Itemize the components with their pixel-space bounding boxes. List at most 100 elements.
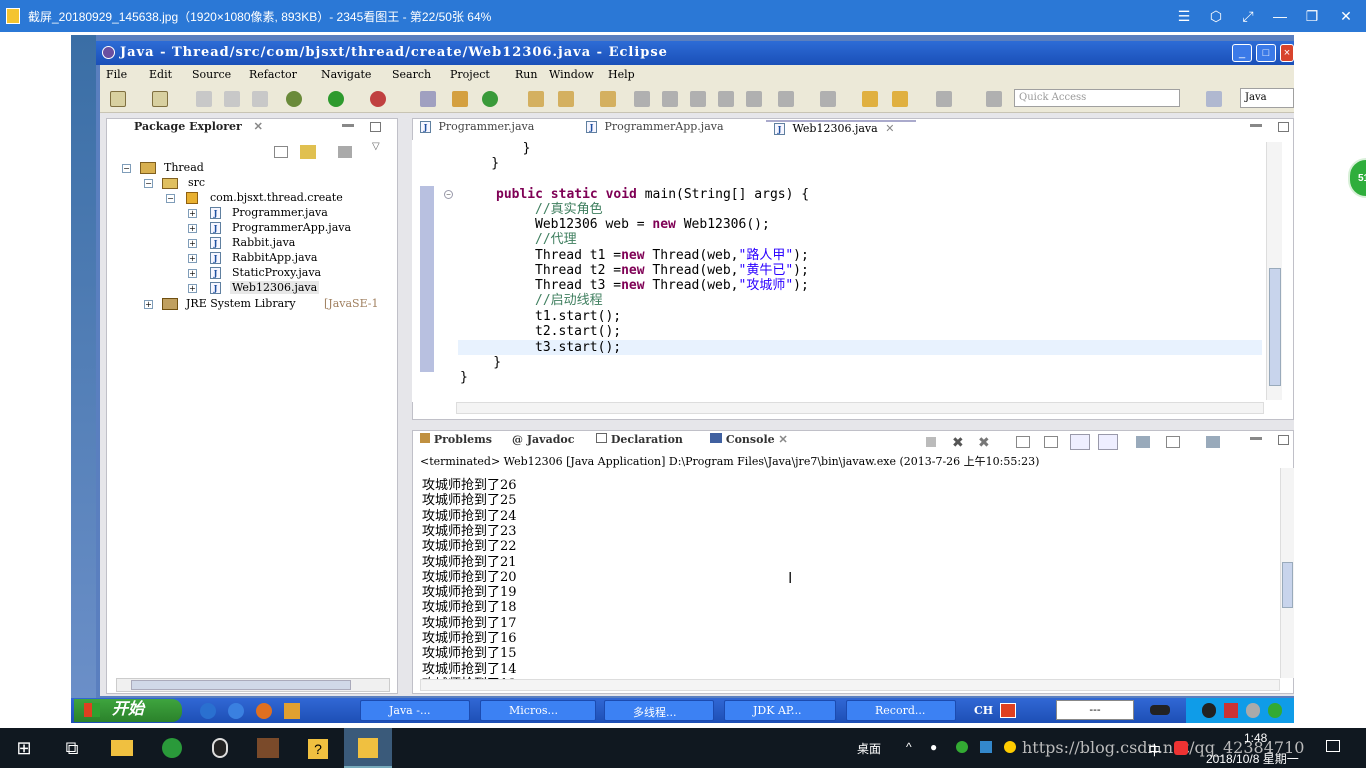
new-dropdown-icon[interactable]	[152, 91, 168, 107]
expand-toggle[interactable]: +	[188, 269, 197, 278]
qq-icon[interactable]	[196, 728, 244, 768]
app-icon[interactable]	[284, 703, 300, 719]
scroll-lock-icon[interactable]	[1044, 436, 1058, 448]
menu-help[interactable]: Help	[608, 68, 635, 81]
task-view-icon[interactable]: ⧉	[48, 728, 96, 768]
tab-programmer-app[interactable]: J ProgrammerApp.java	[586, 120, 724, 138]
taskbar-item-multithread[interactable]: 多线程...	[604, 700, 714, 721]
collapse-toggle[interactable]: −	[122, 164, 131, 173]
fold-icon[interactable]: −	[444, 190, 453, 199]
tab-problems[interactable]: Problems	[420, 433, 492, 451]
tab-console[interactable]: Console ✕	[706, 433, 810, 451]
tray-360-icon[interactable]	[956, 741, 968, 753]
browser-icon[interactable]	[228, 703, 244, 719]
eclipse-maximize-button[interactable]: □	[1256, 44, 1276, 62]
view-menu-icon[interactable]	[338, 146, 352, 158]
minimize-view-icon[interactable]	[1250, 437, 1262, 440]
eclipse-minimize-button[interactable]: _	[1232, 44, 1252, 62]
horizontal-scrollbar[interactable]	[116, 678, 390, 692]
maximize-view-icon[interactable]	[1278, 122, 1289, 132]
link-editor-icon[interactable]	[300, 145, 316, 159]
console-hscrollbar[interactable]	[420, 679, 1280, 691]
qq-icon[interactable]	[1202, 703, 1216, 718]
external-tools-icon[interactable]	[370, 91, 386, 107]
menu-project[interactable]: Project	[450, 68, 490, 81]
taskbar-item-record[interactable]: Record...	[846, 700, 956, 721]
chevron-up-icon[interactable]: ^	[906, 740, 912, 754]
minimize-view-icon[interactable]	[1250, 124, 1262, 127]
print-icon[interactable]	[252, 91, 268, 107]
next-annotation-icon[interactable]	[820, 91, 836, 107]
pen-icon[interactable]	[1150, 705, 1170, 715]
menu-edit[interactable]: Edit	[149, 68, 172, 81]
menu-navigate[interactable]: Navigate	[321, 68, 371, 81]
open-task-icon[interactable]	[600, 91, 616, 107]
block-select-icon[interactable]	[718, 91, 734, 107]
menu-file[interactable]: File	[106, 68, 127, 81]
debug-icon[interactable]	[286, 91, 302, 107]
back-icon[interactable]	[862, 91, 878, 107]
forward-icon[interactable]	[892, 91, 908, 107]
terminate-icon[interactable]	[926, 437, 936, 447]
firefox-icon[interactable]	[256, 703, 272, 719]
last-edit-icon[interactable]	[936, 91, 952, 107]
new-icon[interactable]	[110, 91, 126, 107]
tab-programmer[interactable]: J Programmer.java	[420, 120, 534, 138]
open-perspective-icon[interactable]	[1206, 91, 1222, 107]
menu-refactor[interactable]: Refactor	[249, 68, 297, 81]
new-class-icon[interactable]	[482, 91, 498, 107]
console-vscrollbar[interactable]	[1280, 468, 1294, 678]
ie-icon[interactable]	[200, 703, 216, 719]
tab-web12306[interactable]: J Web12306.java ✕	[766, 120, 916, 138]
maximize-view-icon[interactable]	[1278, 435, 1289, 445]
skip-breakpoints-icon[interactable]	[420, 91, 436, 107]
taskbar-item-micros[interactable]: Micros...	[480, 700, 596, 721]
file-explorer-icon[interactable]	[98, 728, 146, 768]
close-icon[interactable]: ✕	[1330, 0, 1362, 32]
taskbar-item-java[interactable]: Java -...	[360, 700, 470, 721]
app-icon[interactable]	[244, 728, 292, 768]
tab-javadoc[interactable]: @ Javadoc	[512, 433, 574, 451]
menu-window[interactable]: Window	[549, 68, 594, 81]
menu-search[interactable]: Search	[392, 68, 431, 81]
ime-indicator[interactable]: 中	[1148, 740, 1161, 759]
search-icon[interactable]	[558, 91, 574, 107]
scroll-thumb[interactable]	[131, 680, 351, 690]
xp-dash-box[interactable]: ---	[1056, 700, 1134, 720]
save-icon[interactable]	[196, 91, 212, 107]
show-stderr-icon[interactable]	[1098, 434, 1118, 450]
run-icon[interactable]	[328, 91, 344, 107]
tray-plus-icon[interactable]	[1004, 741, 1016, 753]
close-icon[interactable]: ✕	[885, 122, 894, 135]
help-icon[interactable]: ?	[294, 728, 342, 768]
tray-icon[interactable]	[1268, 703, 1282, 718]
browser-360-icon[interactable]	[148, 728, 196, 768]
ime-icon[interactable]	[1000, 703, 1016, 718]
expand-toggle[interactable]: +	[188, 254, 197, 263]
minimize-view-icon[interactable]	[342, 124, 354, 127]
xp-ime-indicator[interactable]: CH	[974, 704, 993, 717]
eclipse-close-button[interactable]: ×	[1280, 44, 1294, 62]
clear-console-icon[interactable]	[1016, 436, 1030, 448]
quick-access-input[interactable]: Quick Access	[1014, 89, 1180, 107]
close-icon[interactable]: ✕	[778, 433, 787, 446]
image-viewer-icon[interactable]	[344, 728, 392, 768]
menu-source[interactable]: Source	[192, 68, 231, 81]
vertical-scrollbar[interactable]	[1266, 142, 1282, 400]
collapse-toggle[interactable]: −	[144, 179, 153, 188]
sogou-icon[interactable]	[1174, 741, 1188, 755]
show-stdout-icon[interactable]	[1070, 434, 1090, 450]
tab-declaration[interactable]: Declaration	[596, 433, 683, 451]
expand-toggle[interactable]: +	[188, 239, 197, 248]
open-console-icon[interactable]	[1206, 436, 1220, 448]
scroll-thumb[interactable]	[1282, 562, 1293, 608]
clock-time[interactable]: 1:48	[1244, 731, 1267, 745]
package-explorer-tab[interactable]: Package Explorer ✕	[112, 120, 280, 138]
save-all-icon[interactable]	[224, 91, 240, 107]
expand-toggle[interactable]: +	[188, 209, 197, 218]
desktop-toolbar[interactable]: 桌面	[857, 740, 881, 757]
open-type-icon[interactable]	[528, 91, 544, 107]
tray-icon[interactable]	[1246, 703, 1260, 718]
windows-start-icon[interactable]: ⊞	[0, 728, 48, 768]
collapse-toggle[interactable]: −	[166, 194, 175, 203]
